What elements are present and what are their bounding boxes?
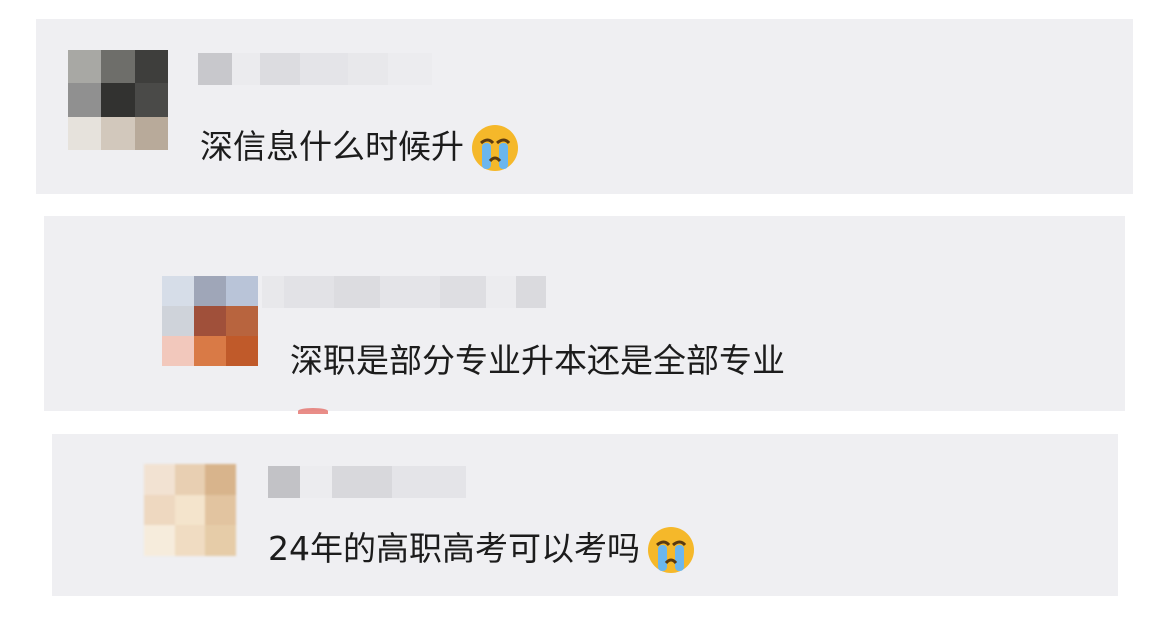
comment-text: 24年的高职高考可以考吗 <box>268 524 698 573</box>
avatar[interactable] <box>144 464 236 556</box>
avatar[interactable] <box>68 50 168 150</box>
overlapping-emoji-fragment <box>298 408 328 414</box>
comment-body: 深信息什么时候升 <box>200 126 464 166</box>
comment-text: 深职是部分专业升本还是全部专业 <box>290 336 785 384</box>
comment-body: 24年的高职高考可以考吗 <box>268 528 640 568</box>
username-blurred[interactable] <box>198 53 432 85</box>
comment-text: 深信息什么时候升 <box>200 122 522 171</box>
crying-face-icon <box>472 125 518 171</box>
comment-card: 深信息什么时候升 <box>36 19 1133 194</box>
comment-body: 深职是部分专业升本还是全部专业 <box>290 340 785 380</box>
comment-card: 24年的高职高考可以考吗 <box>52 434 1118 596</box>
comment-card: 深职是部分专业升本还是全部专业 <box>44 216 1125 414</box>
crying-face-icon <box>648 527 694 573</box>
username-blurred[interactable] <box>268 466 466 498</box>
username-blurred[interactable] <box>262 276 546 308</box>
avatar[interactable] <box>162 276 258 366</box>
